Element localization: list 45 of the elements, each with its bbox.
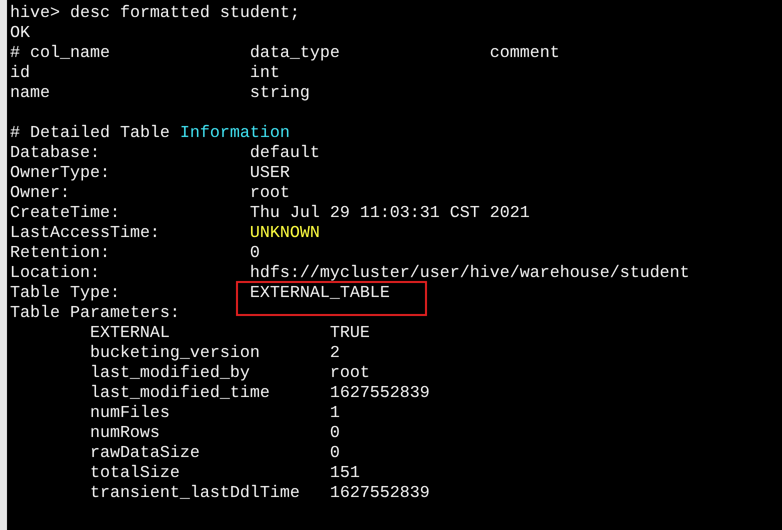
field-value: 1627552839 [330, 384, 430, 403]
field-name: bucketing_version [90, 344, 260, 363]
field-name: # col_name [10, 44, 110, 63]
field-name: Database: [10, 144, 100, 163]
terminal-line: # Detailed Table Information [10, 124, 290, 143]
field-value: UNKNOWN [250, 224, 320, 243]
field-value: data_type [250, 44, 340, 63]
field-value: 1 [330, 404, 340, 423]
field-value: default [250, 144, 320, 163]
field-name: LastAccessTime: [10, 224, 160, 243]
terminal-line: OK [10, 24, 30, 43]
field-value: EXTERNAL_TABLE [250, 284, 390, 303]
field-name: OwnerType: [10, 164, 110, 183]
field-name: last_modified_by [90, 364, 250, 383]
field-value: root [250, 184, 290, 203]
field-value: root [330, 364, 370, 383]
field-name: Owner: [10, 184, 70, 203]
terminal-line: Table Parameters: [10, 304, 180, 323]
field-name: id [10, 64, 30, 83]
field-value: Thu Jul 29 11:03:31 CST 2021 [250, 204, 530, 223]
field-value: 0 [250, 244, 260, 263]
field-value: int [250, 64, 280, 83]
field-value: 0 [330, 444, 340, 463]
field-name: transient_lastDdlTime [90, 484, 300, 503]
field-name: name [10, 84, 50, 103]
field-value: hdfs://mycluster/user/hive/warehouse/student [250, 264, 690, 283]
terminal-line: hive> desc formatted student; [10, 4, 300, 23]
field-name: CreateTime: [10, 204, 120, 223]
field-value: string [250, 84, 310, 103]
field-value: 2 [330, 344, 340, 363]
field-name: Location: [10, 264, 100, 283]
field-value: comment [490, 44, 560, 63]
field-value: 151 [330, 464, 360, 483]
field-name: numFiles [90, 404, 170, 423]
field-value: 1627552839 [330, 484, 430, 503]
field-value: TRUE [330, 324, 370, 343]
field-name: rawDataSize [90, 444, 200, 463]
field-name: last_modified_time [90, 384, 270, 403]
field-name: Table Type: [10, 284, 120, 303]
field-name: numRows [90, 424, 160, 443]
field-value: USER [250, 164, 290, 183]
field-name: totalSize [90, 464, 180, 483]
field-name: EXTERNAL [90, 324, 170, 343]
field-name: Retention: [10, 244, 110, 263]
field-value: 0 [330, 424, 340, 443]
